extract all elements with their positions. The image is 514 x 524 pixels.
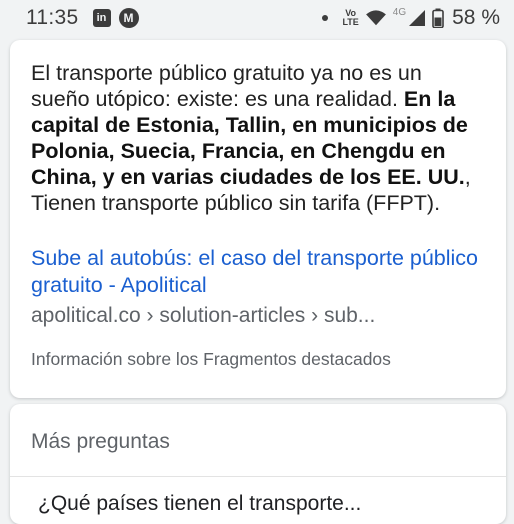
- system-icons: Vo LTE 4G 58 %: [322, 6, 500, 30]
- notification-dot-icon: [322, 15, 329, 21]
- notification-icons: in M: [92, 8, 139, 28]
- snippet-text-intro: El transporte público gratuito ya no es …: [31, 61, 422, 111]
- about-featured-snippets-link[interactable]: Información sobre los Fragmentos destaca…: [31, 349, 486, 370]
- motorola-icon: M: [118, 8, 139, 28]
- result-title-link[interactable]: Sube al autobús: el caso del transporte …: [31, 245, 486, 299]
- more-questions-card: Más preguntas ¿Qué países tienen el tran…: [10, 404, 506, 524]
- cell-signal-icon: [409, 10, 426, 26]
- linkedin-icon: in: [92, 9, 111, 27]
- battery-icon: [432, 8, 444, 28]
- snippet-text: El transporte público gratuito ya no es …: [31, 60, 486, 216]
- network-type-label: 4G: [392, 6, 407, 18]
- battery-percent: 58 %: [452, 6, 500, 29]
- result-url-breadcrumb[interactable]: apolitical.co › solution-articles › sub.…: [31, 302, 486, 329]
- featured-snippet-card: El transporte público gratuito ya no es …: [10, 40, 506, 398]
- question-item[interactable]: ¿Qué países tienen el transporte...: [38, 492, 361, 516]
- status-time: 11:35: [26, 6, 79, 29]
- divider: [10, 476, 506, 477]
- status-bar: 11:35 in M Vo LTE 4G 58 %: [0, 0, 514, 36]
- wifi-icon: [365, 10, 386, 26]
- more-questions-title: Más preguntas: [31, 430, 170, 453]
- volte-icon: Vo LTE: [342, 8, 359, 27]
